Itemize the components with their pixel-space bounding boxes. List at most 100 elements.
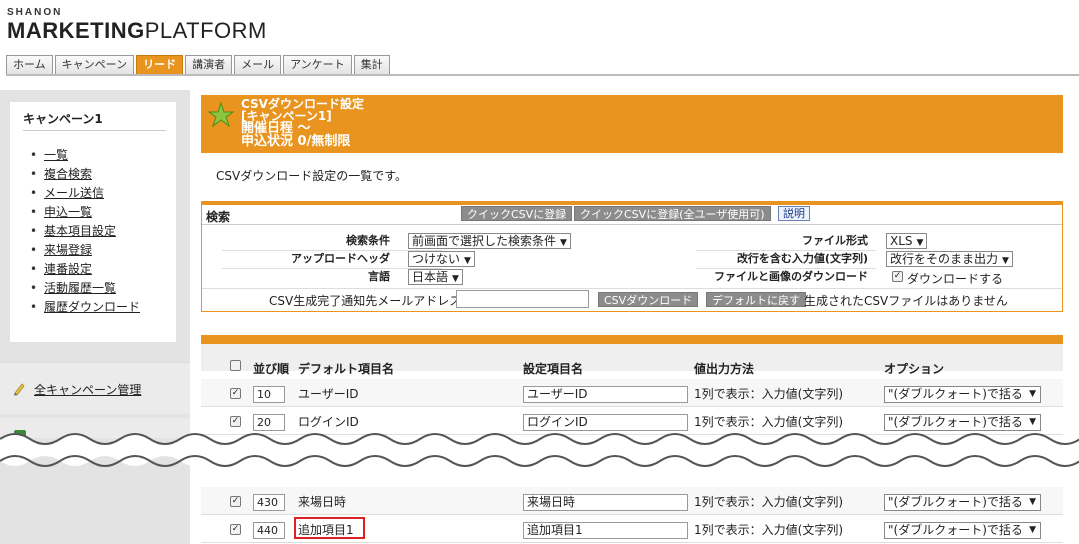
search-condition-label: 検索条件 [346,234,390,247]
main-tabs: ホーム キャンペーン リード 講演者 メール アンケート 集計 [6,55,392,75]
sidebar-link-visit-register[interactable]: 来場登録 [44,243,92,257]
newline-label: 改行を含む入力値(文字列) [736,252,868,265]
quick-csv-register-button[interactable]: クイックCSVに登録 [461,206,573,221]
setting-name-input[interactable]: 来場日時 [523,494,688,511]
setting-name-input[interactable]: ユーザーID [523,386,688,403]
chevron-down-icon: ▼ [464,256,471,266]
tab-home[interactable]: ホーム [6,55,53,74]
search-row-4: CSV生成完了通知先メールアドレス CSVダウンロード デフォルトに戻す 生成さ… [202,290,1062,308]
star-icon [207,101,235,128]
row-checkbox[interactable]: ✓ [230,388,241,399]
table-row: ✓ 440 追加項目1 追加項目1 1列で表示：入力値(文字列) "(ダブルクォ… [201,515,1063,543]
reset-default-button[interactable]: デフォルトに戻す [706,292,806,307]
sidebar-menu-box: キャンペーン1 一覧 複合検索 メール送信 申込一覧 基本項目設定 来場登録 連… [10,102,176,342]
sidebar-item-basic-fields: 基本項目設定 [30,222,140,241]
brand-name-rest: PLATFORM [144,18,267,43]
search-label: 検索 [206,210,231,224]
upload-header-label: アップロードヘッダ [291,252,390,265]
notify-email-label: CSV生成完了通知先メールアドレス [269,294,462,308]
csv-status-text: 生成されたCSVファイルはありません [804,294,1008,308]
setting-name-input[interactable]: 追加項目1 [523,522,688,539]
brand-top: SHANON [7,7,63,18]
order-input[interactable]: 430 [253,494,285,511]
pencil-icon [14,383,25,396]
sidebar-link-complex-search[interactable]: 複合検索 [44,167,92,181]
tab-lead[interactable]: リード [136,55,184,74]
row-checkbox[interactable]: ✓ [230,496,241,507]
tab-survey[interactable]: アンケート [283,55,352,74]
sidebar-link-history-download[interactable]: 履歴ダウンロード [44,300,140,314]
sidebar-item-history-download: 履歴ダウンロード [30,298,140,317]
search-panel: 検索 クイックCSVに登録 クイックCSVに登録(全ユーザ使用可) 説明 検索条… [201,201,1063,312]
search-row-2: アップロードヘッダ つけない ▼ 改行を含む入力値(文字列) 改行をそのまま出力 ▼ [202,250,1062,268]
language-value: 日本語 [412,270,449,284]
option-value: "(ダブルクォート)で括る [888,387,1023,401]
tab-mail[interactable]: メール [234,55,282,74]
sidebar-link-activity-history[interactable]: 活動履歴一覧 [44,281,116,295]
sidebar-item-activity-history: 活動履歴一覧 [30,279,140,298]
select-all-checkbox[interactable] [230,360,241,371]
tab-report[interactable]: 集計 [353,55,390,74]
notify-email-input[interactable] [456,290,589,308]
sidebar-link-basic-fields[interactable]: 基本項目設定 [44,224,116,238]
csv-download-button[interactable]: CSVダウンロード [598,292,699,307]
output-method: 1列で表示：入力値(文字列) [694,387,843,401]
help-button[interactable]: 説明 [778,206,810,221]
language-label: 言語 [368,270,390,283]
output-method: 1列で表示：入力値(文字列) [694,523,843,537]
search-condition-value: 前画面で選択した検索条件 [412,234,557,248]
language-select[interactable]: 日本語 ▼ [408,269,463,285]
sidebar-item-list: 一覧 [30,146,140,165]
default-name: 来場日時 [298,495,347,509]
sidebar-item-send-mail: メール送信 [30,184,140,203]
sidebar-link-list[interactable]: 一覧 [44,148,68,162]
tab-campaign[interactable]: キャンペーン [54,55,135,74]
option-select[interactable]: "(ダブルクォート)で括る ▼ [884,494,1041,511]
omitted-rows-break [0,433,1079,467]
sidebar-item-visit-register: 来場登録 [30,241,140,260]
file-image-download-checkbox[interactable]: ✓ [892,271,903,282]
page-description: CSVダウンロード設定の一覧です。 [216,169,408,183]
sidebar-divider [23,130,166,131]
output-method: 1列で表示：入力値(文字列) [694,495,843,509]
file-format-select[interactable]: XLS ▼ [886,233,928,249]
header-setting-name: 設定項目名 [523,362,584,376]
file-format-label: ファイル形式 [802,234,868,247]
order-input[interactable]: 10 [253,386,285,403]
chevron-down-icon: ▼ [452,274,459,284]
row-checkbox[interactable]: ✓ [230,524,241,535]
order-input[interactable]: 440 [253,522,285,539]
upload-header-select[interactable]: つけない ▼ [408,251,475,267]
sidebar-title: キャンペーン1 [23,112,103,126]
sidebar-item-applications: 申込一覧 [30,203,140,222]
row-checkbox[interactable]: ✓ [230,416,241,427]
file-image-download-text: ダウンロードする [907,272,1004,286]
page-title-line4: 申込状況 0/無制限 [241,134,351,149]
sidebar-link-send-mail[interactable]: メール送信 [44,186,104,200]
default-name: ログインID [298,415,359,429]
chevron-down-icon: ▼ [1029,497,1036,507]
sidebar-link-serial-settings[interactable]: 連番設定 [44,262,92,276]
option-value: "(ダブルクォート)で括る [888,495,1023,509]
sidebar-item-complex-search: 複合検索 [30,165,140,184]
table-row: ✓ 10 ユーザーID ユーザーID 1列で表示：入力値(文字列) "(ダブルク… [201,379,1063,407]
chevron-down-icon: ▼ [560,238,567,248]
quick-csv-register-all-button[interactable]: クイックCSVに登録(全ユーザ使用可) [574,206,771,221]
search-row-1: 検索条件 前画面で選択した検索条件 ▼ ファイル形式 XLS ▼ [202,232,1062,250]
sidebar-link-applications[interactable]: 申込一覧 [44,205,92,219]
all-campaigns-link[interactable]: 全キャンペーン管理 [34,381,141,398]
chevron-down-icon: ▼ [1029,525,1036,535]
option-select[interactable]: "(ダブルクォート)で括る ▼ [884,522,1041,539]
tab-speaker[interactable]: 講演者 [185,55,233,74]
newline-select[interactable]: 改行をそのまま出力 ▼ [886,251,1013,267]
option-select[interactable]: "(ダブルクォート)で括る ▼ [884,386,1041,403]
option-value: "(ダブルクォート)で括る [888,523,1023,537]
chevron-down-icon: ▼ [1002,256,1009,266]
header-order: 並び順 [253,362,290,376]
search-condition-select[interactable]: 前画面で選択した検索条件 ▼ [408,233,571,249]
file-image-download-label: ファイルと画像のダウンロード [714,270,868,283]
chevron-down-icon: ▼ [916,238,924,248]
brand-logo: SHANON MARKETINGPLATFORM [7,7,267,43]
chevron-down-icon: ▼ [1029,389,1036,399]
sidebar: キャンペーン1 一覧 複合検索 メール送信 申込一覧 基本項目設定 来場登録 連… [0,90,190,544]
